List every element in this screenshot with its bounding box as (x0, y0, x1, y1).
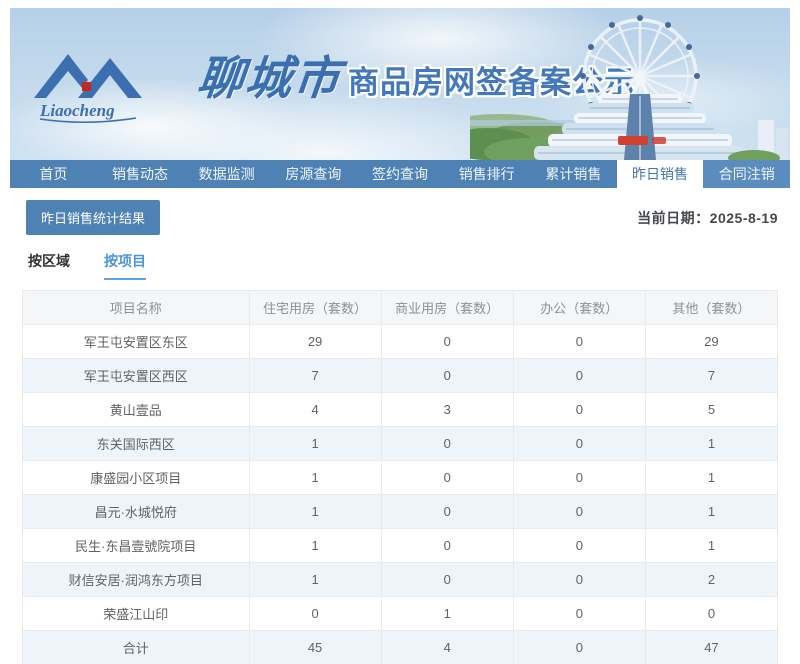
nav-tab-contract-cancel[interactable]: 合同注销 (703, 160, 791, 188)
table-cell: 1 (644, 460, 779, 495)
table-row: 康盛园小区项目 1 0 0 1 (22, 460, 779, 495)
column-header: 项目名称 (22, 290, 250, 325)
logo-script-text: Liaocheng (39, 101, 115, 120)
table-row: 军王屯安置区西区 7 0 0 7 (22, 358, 779, 393)
column-header: 其他（套数） (644, 290, 779, 325)
table-cell: 0 (512, 630, 646, 664)
table-cell: 0 (512, 426, 646, 461)
table-cell: 1 (644, 528, 779, 563)
table-cell: 2 (644, 562, 779, 597)
nav-tab-sales-ranking[interactable]: 销售排行 (443, 160, 530, 188)
table-cell: 康盛园小区项目 (22, 460, 250, 495)
table-cell: 0 (380, 426, 514, 461)
table-cell: 0 (512, 324, 646, 359)
banner-title-city: 聊城市 (194, 53, 345, 104)
table-cell: 1 (248, 528, 382, 563)
table-row-total: 合计 45 4 0 47 (22, 630, 779, 664)
table-row: 军王屯安置区东区 29 0 0 29 (22, 324, 779, 359)
table-row: 荣盛江山印 0 1 0 0 (22, 596, 779, 631)
table-cell: 0 (512, 494, 646, 529)
table-cell: 0 (380, 562, 514, 597)
table-cell: 5 (644, 392, 779, 427)
table-cell: 0 (512, 562, 646, 597)
table-cell: 财信安居·润鸿东方项目 (22, 562, 250, 597)
sales-table: 项目名称 住宅用房（套数） 商业用房（套数） 办公（套数） 其他（套数） 军王屯安置区东… (22, 290, 779, 664)
nav-bar: 首页 销售动态 数据监测 房源查询 签约查询 销售排行 累计销售 昨日销售 合同注销 (10, 160, 791, 188)
table-cell: 1 (248, 426, 382, 461)
table-row: 民生·东昌壹號院项目 1 0 0 1 (22, 528, 779, 563)
table-cell: 1 (248, 562, 382, 597)
banner: Liaocheng 聊城市 商品房网签备案公示 (10, 8, 790, 160)
tab-by-region[interactable]: 按区域 (28, 251, 70, 280)
table-cell: 民生·东昌壹號院项目 (22, 528, 250, 563)
table-cell: 0 (512, 392, 646, 427)
nav-tab-yesterday-sales[interactable]: 昨日销售 (616, 160, 704, 188)
table-cell: 0 (644, 596, 779, 631)
view-tabs: 按区域 按项目 (28, 251, 778, 280)
tab-by-project[interactable]: 按项目 (104, 251, 146, 280)
table-cell: 1 (644, 426, 779, 461)
table-cell: 29 (248, 324, 382, 359)
table-cell: 0 (512, 460, 646, 495)
table-cell: 45 (248, 630, 382, 664)
table-cell: 1 (644, 494, 779, 529)
table-cell: 军王屯安置区西区 (22, 358, 250, 393)
table-cell: 荣盛江山印 (22, 596, 250, 631)
table-row: 东关国际西区 1 0 0 1 (22, 426, 779, 461)
table-cell: 昌元·水城悦府 (22, 494, 250, 529)
table-cell: 3 (380, 392, 514, 427)
nav-tab-home[interactable]: 首页 (10, 160, 97, 188)
table-cell: 0 (380, 358, 514, 393)
table-cell: 0 (380, 528, 514, 563)
table-cell: 4 (380, 630, 514, 664)
table-cell: 0 (248, 596, 382, 631)
table-cell: 军王屯安置区东区 (22, 324, 250, 359)
table-cell: 4 (248, 392, 382, 427)
table-cell: 东关国际西区 (22, 426, 250, 461)
table-cell: 7 (248, 358, 382, 393)
main-content: 昨日销售统计结果 当前日期：2025-8-19 按区域 按项目 项目名称 住宅用房… (10, 200, 790, 664)
nav-tab-sales-dynamics[interactable]: 销售动态 (97, 160, 184, 188)
table-cell: 29 (644, 324, 779, 359)
column-header: 商业用房（套数） (380, 290, 514, 325)
yesterday-sales-result-button[interactable]: 昨日销售统计结果 (26, 200, 161, 235)
toolbar: 昨日销售统计结果 当前日期：2025-8-19 (22, 200, 778, 235)
nav-tab-signing-query[interactable]: 签约查询 (357, 160, 444, 188)
table-cell: 7 (644, 358, 779, 393)
table-row: 财信安居·润鸿东方项目 1 0 0 2 (22, 562, 779, 597)
table-header-row: 项目名称 住宅用房（套数） 商业用房（套数） 办公（套数） 其他（套数） (22, 290, 779, 325)
liaocheng-logo: Liaocheng (34, 54, 142, 123)
column-header: 办公（套数） (512, 290, 646, 325)
table-row: 黄山壹品 4 3 0 5 (22, 392, 779, 427)
table-cell: 0 (380, 494, 514, 529)
table-cell: 47 (644, 630, 779, 664)
current-date-label: 当前日期：2025-8-19 (637, 209, 778, 226)
nav-tab-listing-query[interactable]: 房源查询 (270, 160, 357, 188)
table-cell: 0 (512, 528, 646, 563)
page: Liaocheng 聊城市 商品房网签备案公示 首页 销售动态 数据监测 房源查… (0, 0, 800, 664)
ferris-wheel-building-image (470, 15, 788, 160)
table-cell: 合计 (22, 630, 250, 664)
table-cell: 0 (380, 324, 514, 359)
table-cell: 0 (512, 358, 646, 393)
table-cell: 0 (380, 460, 514, 495)
table-cell: 黄山壹品 (22, 392, 250, 427)
table-body: 军王屯安置区东区 29 0 0 29 军王屯安置区西区 7 0 0 7 黄山壹品 4 3 0 5 东关国际西区… (22, 324, 779, 664)
table-cell: 0 (512, 596, 646, 631)
nav-tab-cumulative-sales[interactable]: 累计销售 (530, 160, 617, 188)
column-header: 住宅用房（套数） (248, 290, 382, 325)
table-row: 昌元·水城悦府 1 0 0 1 (22, 494, 779, 529)
nav-tab-data-monitor[interactable]: 数据监测 (183, 160, 270, 188)
table-cell: 1 (248, 460, 382, 495)
table-cell: 1 (248, 494, 382, 529)
table-cell: 1 (380, 596, 514, 631)
